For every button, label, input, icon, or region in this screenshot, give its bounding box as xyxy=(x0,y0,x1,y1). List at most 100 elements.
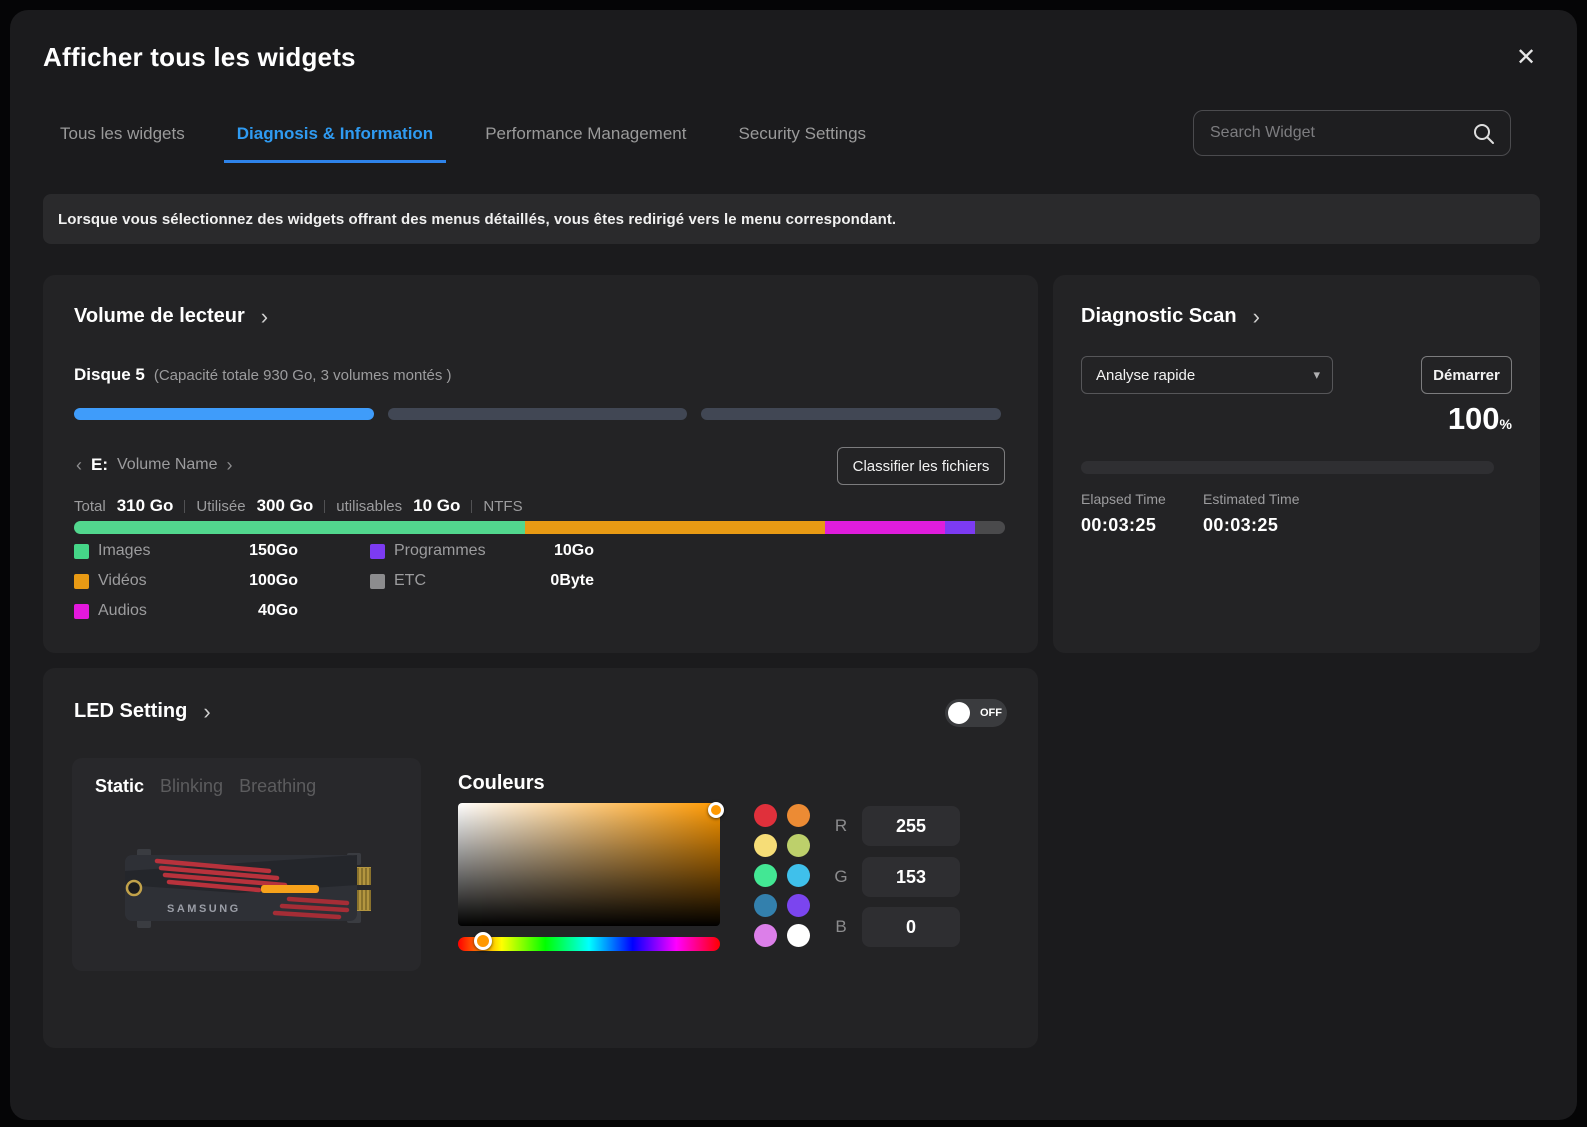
swatch-steel-blue[interactable] xyxy=(754,894,777,917)
led-toggle[interactable]: OFF xyxy=(945,699,1007,727)
divider xyxy=(184,500,185,513)
led-setting-title-link[interactable]: LED Setting › xyxy=(74,700,211,723)
mode-static[interactable]: Static xyxy=(95,776,144,797)
info-banner-text: Lorsque vous sélectionnez des widgets of… xyxy=(58,211,896,228)
gradient-cursor[interactable] xyxy=(708,802,724,818)
volume-bar-3[interactable] xyxy=(701,408,1001,420)
usage-segment-free xyxy=(975,521,1005,534)
drive-volume-title-link[interactable]: Volume de lecteur › xyxy=(74,305,268,328)
drive-volume-widget: Volume de lecteur › Disque 5 (Capacité t… xyxy=(43,275,1038,653)
tab-security-settings[interactable]: Security Settings xyxy=(725,118,879,163)
swatch-red[interactable] xyxy=(754,804,777,827)
diagnostic-scan-widget: Diagnostic Scan › Analyse rapide ▾ Démar… xyxy=(1053,275,1540,653)
rgb-row-g: G xyxy=(832,857,960,897)
color-gradient-picker[interactable] xyxy=(458,803,720,926)
chevron-left-icon[interactable]: ‹ xyxy=(76,456,82,474)
usage-segment-programmes xyxy=(945,521,975,534)
r-label: R xyxy=(832,816,850,836)
g-value-field[interactable] xyxy=(862,857,960,897)
scan-progress-bar xyxy=(1081,461,1494,474)
swatch-yellow-green[interactable] xyxy=(787,834,810,857)
tab-performance-management[interactable]: Performance Management xyxy=(472,118,699,163)
disk-summary: Disque 5 (Capacité totale 930 Go, 3 volu… xyxy=(74,365,452,385)
volume-name: Volume Name xyxy=(117,456,218,474)
legend-swatch xyxy=(74,604,89,619)
legend-swatch xyxy=(370,544,385,559)
led-setting-widget: LED Setting › OFF Static Blinking Breath… xyxy=(43,668,1038,1048)
volume-letter: E: xyxy=(91,455,108,475)
disk-name: Disque 5 xyxy=(74,365,145,385)
start-scan-button[interactable]: Démarrer xyxy=(1421,356,1512,394)
usage-segment-videos xyxy=(525,521,826,534)
divider xyxy=(471,500,472,513)
b-label: B xyxy=(832,917,850,937)
classify-files-button[interactable]: Classifier les fichiers xyxy=(837,447,1005,485)
page-title: Afficher tous les widgets xyxy=(43,42,356,73)
r-value-field[interactable] xyxy=(862,806,960,846)
chevron-right-icon[interactable]: › xyxy=(227,456,233,474)
tab-diagnosis-information[interactable]: Diagnosis & Information xyxy=(224,118,446,163)
scan-type-dropdown[interactable]: Analyse rapide ▾ xyxy=(1081,356,1333,394)
legend-value: 150Go xyxy=(249,542,298,560)
led-mode-card: Static Blinking Breathing xyxy=(72,758,421,971)
swatch-purple[interactable] xyxy=(787,894,810,917)
stat-total-label: Total xyxy=(74,498,106,515)
volume-selector: ‹ E: Volume Name › xyxy=(76,455,233,475)
drive-volume-title: Volume de lecteur xyxy=(74,305,245,328)
volume-bar-1[interactable] xyxy=(74,408,374,420)
ssd-brand-text: SAMSUNG xyxy=(167,903,241,915)
filesystem-label: NTFS xyxy=(483,498,522,515)
chevron-right-icon: › xyxy=(203,701,210,723)
color-swatch-grid xyxy=(754,804,810,947)
tab-all-widgets[interactable]: Tous les widgets xyxy=(47,118,198,163)
close-icon[interactable]: ✕ xyxy=(1508,40,1544,76)
usage-bar xyxy=(74,521,1005,534)
legend-swatch xyxy=(370,574,385,589)
stat-used-label: Utilisée xyxy=(196,498,245,515)
scan-type-value: Analyse rapide xyxy=(1096,367,1313,384)
all-widgets-dialog: Afficher tous les widgets ✕ Tous les wid… xyxy=(10,10,1577,1120)
legend-item-programmes: Programmes 10Go xyxy=(370,542,594,560)
search-widget-box xyxy=(1193,110,1511,156)
scan-progress-percent: 100% xyxy=(1448,401,1512,437)
chevron-right-icon: › xyxy=(261,306,268,328)
toggle-knob xyxy=(948,702,970,724)
swatch-green[interactable] xyxy=(754,864,777,887)
hue-cursor[interactable] xyxy=(474,932,492,950)
swatch-sky-blue[interactable] xyxy=(787,864,810,887)
stat-total-value: 310 Go xyxy=(117,496,174,516)
hue-slider[interactable] xyxy=(458,937,720,951)
search-icon[interactable] xyxy=(1472,122,1496,146)
elapsed-time-value: 00:03:25 xyxy=(1081,515,1156,536)
swatch-orchid[interactable] xyxy=(754,924,777,947)
legend-item-audios: Audios 40Go xyxy=(74,602,298,620)
legend-item-videos: Vidéos 100Go xyxy=(74,572,298,590)
disk-capacity-info: (Capacité totale 930 Go, 3 volumes monté… xyxy=(154,367,452,384)
legend-label: Images xyxy=(98,542,249,560)
legend-value: 100Go xyxy=(249,572,298,590)
legend-swatch xyxy=(74,544,89,559)
stat-free-value: 10 Go xyxy=(413,496,460,516)
elapsed-time-label: Elapsed Time xyxy=(1081,491,1166,507)
legend-value: 0Byte xyxy=(550,572,594,590)
colors-title: Couleurs xyxy=(458,772,545,795)
swatch-orange[interactable] xyxy=(787,804,810,827)
stat-used-value: 300 Go xyxy=(257,496,314,516)
legend-value: 40Go xyxy=(258,602,298,620)
mode-blinking[interactable]: Blinking xyxy=(160,776,223,797)
legend-item-etc: ETC 0Byte xyxy=(370,572,594,590)
rgb-row-r: R xyxy=(832,806,960,846)
chevron-right-icon: › xyxy=(1253,306,1260,328)
mode-breathing[interactable]: Breathing xyxy=(239,776,316,797)
legend-swatch xyxy=(74,574,89,589)
swatch-white[interactable] xyxy=(787,924,810,947)
scan-progress-number: 100 xyxy=(1448,401,1500,436)
scan-progress-unit: % xyxy=(1500,416,1512,432)
search-input[interactable] xyxy=(1210,111,1460,155)
b-value-field[interactable] xyxy=(862,907,960,947)
legend-label: ETC xyxy=(394,572,550,590)
diagnostic-scan-title-link[interactable]: Diagnostic Scan › xyxy=(1081,305,1260,328)
volume-bar-2[interactable] xyxy=(388,408,688,420)
volume-bars xyxy=(74,408,1001,420)
swatch-yellow[interactable] xyxy=(754,834,777,857)
